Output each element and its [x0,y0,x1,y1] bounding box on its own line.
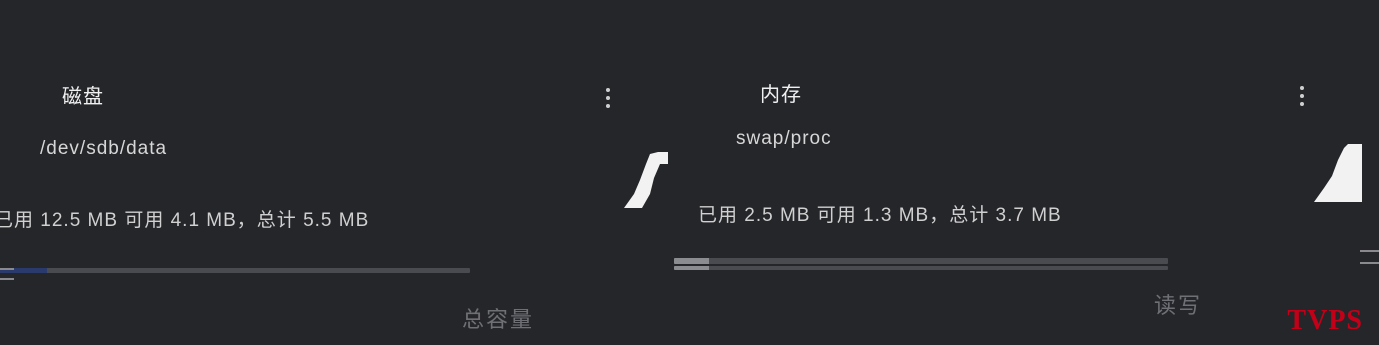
memory-progress-bar [674,258,1168,264]
memory-footer-label: 读写 [1154,293,1203,318]
brand-watermark: TVPS [1287,305,1363,336]
divider [1360,250,1379,252]
memory-stats: 已用 2.5 MB 可用 1.3 MB，总计 3.7 MB [698,205,1062,226]
divider [1360,262,1379,264]
resource-panel: 磁盘 /dev/sdb/data 已用 12.5 MB 可用 4.1 MB，总计… [0,0,1379,345]
more-vertical-icon[interactable] [604,88,612,110]
disk-stats: 已用 12.5 MB 可用 4.1 MB，总计 5.5 MB [0,210,370,231]
divider [0,268,14,270]
memory-subtitle: swap/proc [736,128,832,149]
divider [0,278,14,280]
runner-icon [624,152,668,208]
memory-progress-fill [674,258,709,264]
memory-title: 内存 [760,84,802,106]
disk-footer-label: 总容量 [462,307,535,332]
more-vertical-icon[interactable] [1298,86,1306,108]
runner-icon [1314,144,1362,202]
disk-progress-bar [0,268,470,273]
memory-card: 内存 swap/proc 已用 2.5 MB 可用 1.3 MB，总计 3.7 … [670,0,1379,345]
memory-progress-bar-secondary [674,266,1168,270]
disk-card: 磁盘 /dev/sdb/data 已用 12.5 MB 可用 4.1 MB，总计… [0,0,668,345]
disk-title: 磁盘 [62,86,104,108]
disk-subtitle: /dev/sdb/data [40,138,168,159]
memory-progress-fill-secondary [674,266,709,270]
